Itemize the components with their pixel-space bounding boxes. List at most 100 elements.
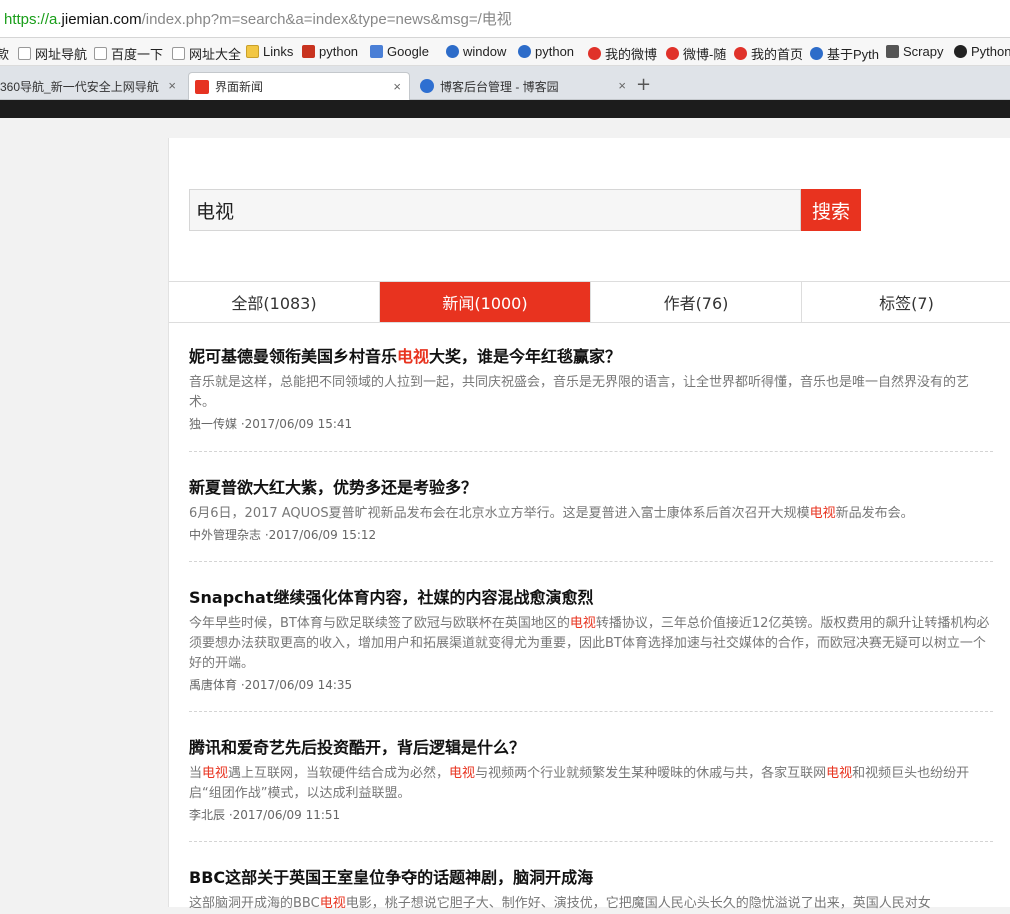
highlight-keyword: 电视	[449, 766, 476, 781]
text-segment: 今年早些时候，BT体育与欧足联续签了欧冠与欧联杯在英国地区的	[189, 616, 570, 631]
text-segment: 电影，桃子想说它胆子大、制作好、演技优，它把魔国人民心头长久的隐忧溢说了出来，英…	[345, 896, 931, 911]
highlight-keyword: 电视	[202, 766, 229, 781]
bookmark-label: 我的微博	[605, 47, 658, 62]
globe-icon	[810, 47, 823, 60]
highlight-keyword: 电视	[826, 766, 853, 781]
url-path: /index.php?m=search&a=index&type=news&ms…	[141, 11, 512, 28]
article-item: 腾讯和爱奇艺先后投资酷开，背后逻辑是什么？ 当电视遇上互联网，当软硬件结合成为必然…	[189, 734, 993, 823]
bookmark-item[interactable]: 款	[0, 44, 9, 63]
weibo-icon	[734, 47, 747, 60]
close-icon[interactable]: ×	[618, 78, 626, 93]
weibo-icon	[588, 47, 601, 60]
text-segment: 妮可基德曼领衔美国乡村音乐	[189, 347, 398, 366]
highlight-keyword: 电视	[809, 506, 836, 521]
tab-label: 博客后台管理 - 博客园	[440, 79, 559, 94]
tab-all[interactable]: 全部(1083)	[169, 282, 380, 322]
highlight-keyword: 电视	[397, 347, 430, 366]
tab-360[interactable]: 360导航_新一代安全上网导航 ×	[0, 72, 184, 100]
article-summary: 音乐就是这样，总能把不同领域的人拉到一起，共同庆祝盛会，音乐是无界限的语言，让全…	[189, 373, 993, 413]
url-host: jiemian.com	[61, 11, 142, 28]
article-item: 新夏普欲大红大紫，优势多还是考验多？ 6月6日，2017 AQUOS夏普旷视新品发…	[189, 474, 993, 543]
address-bar[interactable]: https://a.jiemian.com/index.php?m=search…	[0, 0, 1010, 38]
text-segment: 新夏普欲大红大紫，优势多还是考验多？	[189, 478, 478, 497]
text-segment: 这部脑洞开成海的BBC	[189, 896, 320, 911]
doc-icon	[18, 47, 31, 60]
tab-strip: 360导航_新一代安全上网导航 × 界面新闻 × 博客后台管理 - 博客园 × …	[0, 66, 1010, 100]
bookmark-label: 微博-随	[683, 47, 727, 62]
search-results-panel: 搜索 全部(1083) 新闻(1000) 作者(76) 标签(7) 妮可基德曼领…	[168, 138, 1010, 911]
cnblogs-favicon-icon	[420, 79, 434, 93]
bookmark-label: Scrapy	[903, 44, 944, 59]
bookmark-item[interactable]: Scrapy	[886, 44, 943, 59]
bookmark-item[interactable]: python	[518, 44, 574, 59]
text-segment: 音乐就是这样，总能把不同领域的人拉到一起，共同庆祝盛会，音乐是无界限的语言，让全…	[189, 375, 970, 410]
article-divider	[189, 841, 993, 842]
article-title-link[interactable]: Snapchat继续强化体育内容，社媒的内容混战愈演愈烈	[189, 584, 993, 608]
bookmark-item[interactable]: python	[302, 44, 358, 59]
bookmark-label: 我的首页	[751, 47, 804, 62]
url-text[interactable]: https://a.jiemian.com/index.php?m=search…	[4, 8, 512, 29]
text-segment: 与视频两个行业就频繁发生某种暧昧的休戚与共，各家互联网	[475, 766, 827, 781]
tab-jiemian[interactable]: 界面新闻 ×	[188, 72, 410, 100]
tab-news[interactable]: 新闻(1000)	[380, 282, 591, 322]
bookmark-label: 款	[0, 44, 9, 63]
highlight-keyword: 电视	[569, 616, 596, 631]
text-segment: 遇上互联网，当软硬件结合成为必然，	[228, 766, 450, 781]
search-button[interactable]: 搜索	[801, 189, 861, 231]
text-segment: 大奖，谁是今年红毯赢家？	[429, 347, 622, 366]
bookmark-label: 百度一下	[111, 47, 164, 62]
bookmark-item[interactable]: Python	[954, 44, 1010, 59]
tab-label: 界面新闻	[215, 80, 264, 94]
doc-icon	[172, 47, 185, 60]
bookmark-item[interactable]: window	[446, 44, 506, 59]
bookmark-item[interactable]: 百度一下	[94, 44, 163, 63]
bookmark-label: Python	[971, 44, 1010, 59]
article-summary: 今年早些时候，BT体育与欧足联续签了欧冠与欧联杯在英国地区的电视转播协议，三年总…	[189, 614, 993, 674]
bookmark-item[interactable]: 我的微博	[588, 44, 657, 63]
article-item: 妮可基德曼领衔美国乡村音乐电视大奖，谁是今年红毯赢家？ 音乐就是这样，总能把不同领…	[189, 343, 993, 432]
bookmark-item[interactable]: 微博-随	[666, 44, 726, 63]
globe-icon	[518, 45, 531, 58]
close-icon[interactable]: ×	[393, 79, 401, 94]
scrapy-icon	[886, 45, 899, 58]
tab-authors[interactable]: 作者(76)	[591, 282, 802, 322]
tab-label: 360导航_新一代安全上网导航	[0, 79, 159, 94]
bookmark-label: python	[535, 44, 575, 59]
close-icon[interactable]: ×	[168, 78, 176, 93]
article-item: Snapchat继续强化体育内容，社媒的内容混战愈演愈烈今年早些时候，BT体育与…	[189, 584, 993, 693]
article-summary: 当电视遇上互联网，当软硬件结合成为必然，电视与视频两个行业就频繁发生某种暧昧的休…	[189, 764, 993, 804]
article-title-link[interactable]: BBC这部关于英国王室皇位争夺的话题神剧，脑洞开成海	[189, 864, 993, 888]
bookmarks-bar: 款 网址导航 百度一下 网址大全 Links python Google window pyth…	[0, 38, 1010, 66]
bookmark-item[interactable]: 网址大全	[172, 44, 241, 63]
search-input[interactable]	[189, 189, 801, 231]
tab-cnblogs[interactable]: 博客后台管理 - 博客园 ×	[414, 72, 634, 100]
bookmark-label: 网址导航	[35, 47, 88, 62]
bookmark-item[interactable]: Google	[370, 44, 429, 59]
highlight-keyword: 电视	[319, 896, 346, 911]
python-icon	[302, 45, 315, 58]
tab-tags[interactable]: 标签(7)	[802, 282, 1010, 322]
article-meta: 李北辰 ·2017/06/09 11:51	[189, 808, 341, 822]
article-title-link[interactable]: 妮可基德曼领衔美国乡村音乐电视大奖，谁是今年红毯赢家？	[189, 343, 993, 367]
bookmark-item[interactable]: 网址导航	[18, 44, 87, 63]
bookmark-label: Links	[263, 44, 294, 59]
article-title-link[interactable]: 新夏普欲大红大紫，优势多还是考验多？	[189, 474, 993, 498]
globe-icon	[446, 45, 459, 58]
article-meta: 独一传媒 ·2017/06/09 15:41	[189, 417, 353, 431]
article-divider	[189, 561, 993, 562]
jiemian-favicon-icon	[195, 79, 209, 94]
github-icon	[954, 45, 967, 58]
article-meta: 禹唐体育 ·2017/06/09 14:35	[189, 678, 353, 692]
article-divider	[189, 451, 993, 452]
bookmark-label: window	[463, 44, 507, 59]
folder-icon	[246, 45, 259, 58]
text-segment: BBC这部关于英国王室皇位争夺的话题神剧，脑洞开成海	[189, 868, 594, 887]
bookmark-item[interactable]: 基于Pyth	[810, 44, 879, 63]
bookmark-item[interactable]: Links	[246, 44, 293, 59]
bookmark-item[interactable]: 我的首页	[734, 44, 803, 63]
text-segment: 新品发布会。	[835, 506, 914, 521]
article-divider	[189, 711, 993, 712]
article-title-link[interactable]: 腾讯和爱奇艺先后投资酷开，背后逻辑是什么？	[189, 734, 993, 758]
bookmark-label: 网址大全	[189, 47, 242, 62]
new-tab-button[interactable]: +	[636, 74, 651, 95]
